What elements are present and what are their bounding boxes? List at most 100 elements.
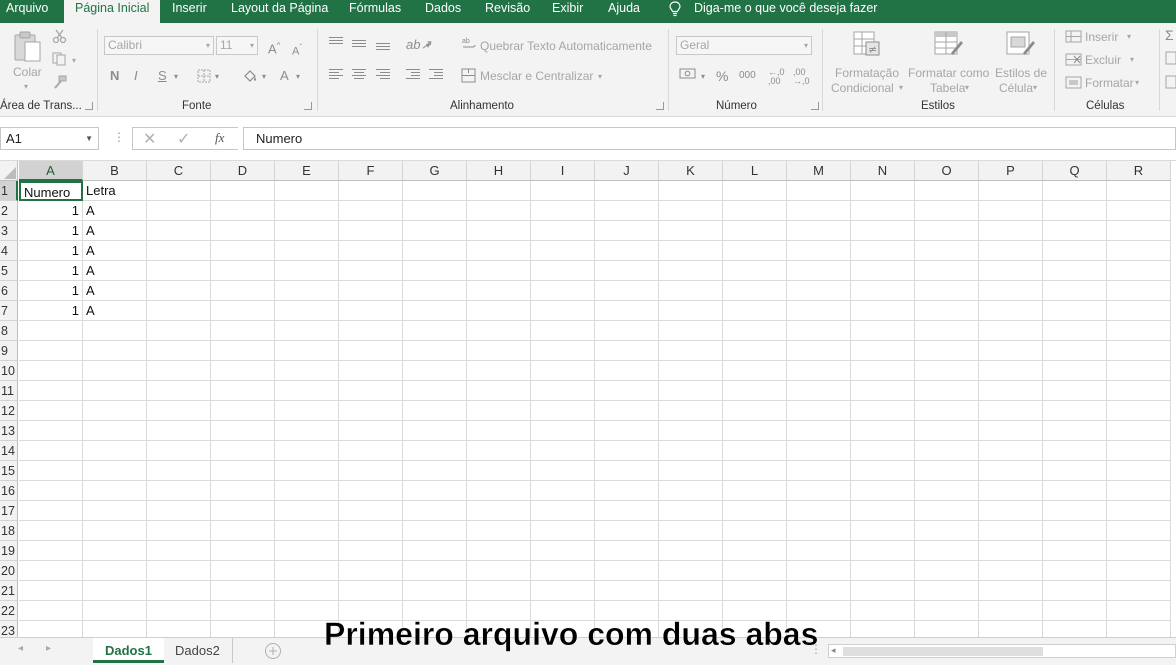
increase-indent-icon[interactable]	[429, 69, 443, 81]
cell-A17[interactable]	[19, 501, 83, 521]
cell-N8[interactable]	[851, 321, 915, 341]
cell-G3[interactable]	[403, 221, 467, 241]
borders-dropdown-icon[interactable]: ▾	[215, 69, 219, 85]
cell-I5[interactable]	[531, 261, 595, 281]
cell-Q14[interactable]	[1043, 441, 1107, 461]
cell-H9[interactable]	[467, 341, 531, 361]
cell-N2[interactable]	[851, 201, 915, 221]
insert-cells-icon[interactable]	[1065, 30, 1082, 43]
cell-L7[interactable]	[723, 301, 787, 321]
cell-F12[interactable]	[339, 401, 403, 421]
cell-H20[interactable]	[467, 561, 531, 581]
cell-B9[interactable]	[83, 341, 147, 361]
cell-P14[interactable]	[979, 441, 1043, 461]
cell-O4[interactable]	[915, 241, 979, 261]
cell-C15[interactable]	[147, 461, 211, 481]
cell-Q7[interactable]	[1043, 301, 1107, 321]
cell-L1[interactable]	[723, 181, 787, 201]
format-as-table-icon[interactable]	[933, 29, 965, 59]
cell-C21[interactable]	[147, 581, 211, 601]
tab-inserir[interactable]: Inserir	[172, 0, 207, 23]
cut-icon[interactable]	[52, 29, 68, 43]
cell-M13[interactable]	[787, 421, 851, 441]
column-header[interactable]: C	[147, 161, 211, 181]
row-header[interactable]: 23	[0, 621, 18, 637]
cell-C4[interactable]	[147, 241, 211, 261]
format-cells-dropdown-icon[interactable]: ▾	[1135, 75, 1139, 91]
cell-I21[interactable]	[531, 581, 595, 601]
cell-I10[interactable]	[531, 361, 595, 381]
cell-G5[interactable]	[403, 261, 467, 281]
cell-O9[interactable]	[915, 341, 979, 361]
cell-G7[interactable]	[403, 301, 467, 321]
cell-H18[interactable]	[467, 521, 531, 541]
cell-M16[interactable]	[787, 481, 851, 501]
cell-N3[interactable]	[851, 221, 915, 241]
cell-E19[interactable]	[275, 541, 339, 561]
grow-font-button[interactable]: A^	[268, 38, 280, 57]
cell-J10[interactable]	[595, 361, 659, 381]
cell-J2[interactable]	[595, 201, 659, 221]
cell-G2[interactable]	[403, 201, 467, 221]
cell-H1[interactable]	[467, 181, 531, 201]
cell-J7[interactable]	[595, 301, 659, 321]
cell-K11[interactable]	[659, 381, 723, 401]
cell-K3[interactable]	[659, 221, 723, 241]
cell-K6[interactable]	[659, 281, 723, 301]
cell-Q2[interactable]	[1043, 201, 1107, 221]
cell-L13[interactable]	[723, 421, 787, 441]
column-header[interactable]: A	[19, 161, 83, 181]
cell-E4[interactable]	[275, 241, 339, 261]
cell-L18[interactable]	[723, 521, 787, 541]
percent-button[interactable]: %	[716, 68, 728, 84]
merge-dropdown-icon[interactable]: ▾	[598, 69, 602, 85]
cell-N11[interactable]	[851, 381, 915, 401]
cell-R16[interactable]	[1107, 481, 1171, 501]
cell-R1[interactable]	[1107, 181, 1171, 201]
wrap-text-button[interactable]: Quebrar Texto Automaticamente	[480, 38, 652, 54]
cell-C3[interactable]	[147, 221, 211, 241]
cell-G14[interactable]	[403, 441, 467, 461]
cell-B10[interactable]	[83, 361, 147, 381]
cell-F10[interactable]	[339, 361, 403, 381]
sheet-tab-dados1[interactable]: Dados1	[93, 638, 164, 663]
cell-P3[interactable]	[979, 221, 1043, 241]
cell-R14[interactable]	[1107, 441, 1171, 461]
wrap-text-icon[interactable]: ab	[462, 37, 476, 51]
row-header[interactable]: 12	[0, 401, 18, 421]
cell-O5[interactable]	[915, 261, 979, 281]
cell-B4[interactable]: A	[83, 241, 147, 261]
clear-icon[interactable]	[1165, 75, 1176, 89]
cell-F7[interactable]	[339, 301, 403, 321]
cell-A13[interactable]	[19, 421, 83, 441]
currency-icon[interactable]	[679, 67, 697, 81]
currency-dropdown-icon[interactable]: ▾	[701, 69, 705, 85]
cell-N17[interactable]	[851, 501, 915, 521]
column-header[interactable]: O	[915, 161, 979, 181]
cell-E16[interactable]	[275, 481, 339, 501]
cell-P7[interactable]	[979, 301, 1043, 321]
cell-J17[interactable]	[595, 501, 659, 521]
cell-I11[interactable]	[531, 381, 595, 401]
row-header[interactable]: 13	[0, 421, 18, 441]
cell-N22[interactable]	[851, 601, 915, 621]
cell-K17[interactable]	[659, 501, 723, 521]
row-header[interactable]: 4	[0, 241, 18, 261]
format-as-table-label1[interactable]: Formatar como	[908, 65, 989, 81]
fill-icon[interactable]	[1165, 51, 1176, 65]
cell-C5[interactable]	[147, 261, 211, 281]
cell-H2[interactable]	[467, 201, 531, 221]
cell-K9[interactable]	[659, 341, 723, 361]
shrink-font-button[interactable]: Aˇ	[292, 40, 302, 60]
cell-M12[interactable]	[787, 401, 851, 421]
cell-styles-icon[interactable]	[1005, 29, 1037, 59]
cell-P18[interactable]	[979, 521, 1043, 541]
cell-J1[interactable]	[595, 181, 659, 201]
scroll-right-icon[interactable]: ▸	[46, 643, 51, 654]
cell-M10[interactable]	[787, 361, 851, 381]
cell-F16[interactable]	[339, 481, 403, 501]
cell-J11[interactable]	[595, 381, 659, 401]
fill-color-icon[interactable]	[242, 68, 258, 84]
cell-H15[interactable]	[467, 461, 531, 481]
cell-O16[interactable]	[915, 481, 979, 501]
